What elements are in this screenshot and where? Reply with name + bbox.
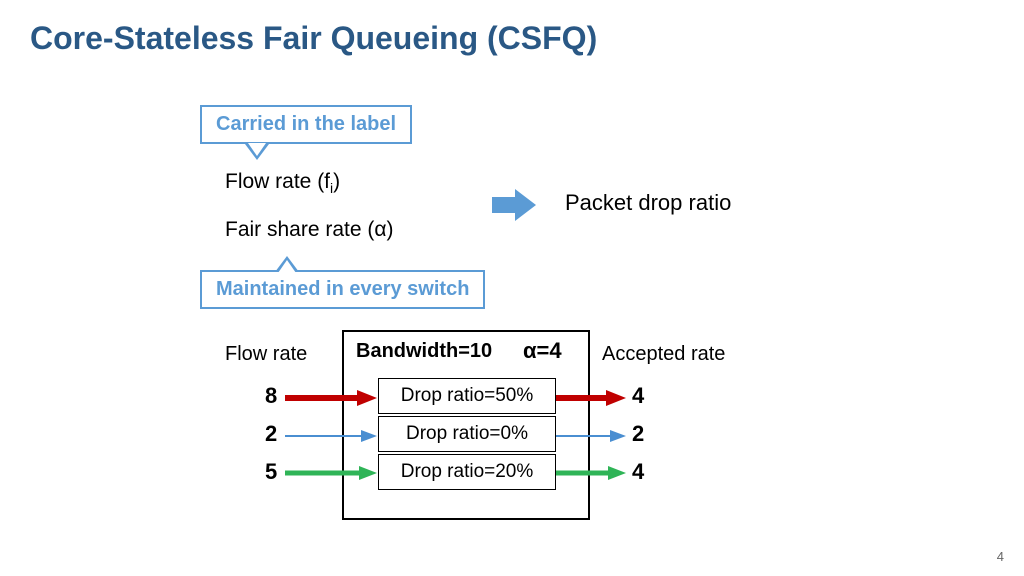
callout-tail-icon	[275, 256, 299, 272]
accepted-rate-value: 4	[632, 383, 644, 409]
text: Flow rate (f	[225, 170, 330, 193]
drop-ratio-cell: Drop ratio=0%	[378, 416, 556, 452]
text: )	[333, 170, 340, 193]
flow-rate-header: Flow rate	[225, 343, 307, 366]
arrow-out-icon	[556, 430, 626, 451]
arrow-right-icon	[490, 185, 540, 230]
drop-ratio-cell: Drop ratio=20%	[378, 454, 556, 490]
alpha-label: α=4	[523, 338, 562, 364]
fair-share-param: Fair share rate (α)	[225, 218, 394, 242]
accepted-rate-value: 2	[632, 421, 644, 447]
flow-rate-param: Flow rate (fi)	[225, 170, 340, 196]
flow-rate-value: 8	[265, 383, 277, 409]
page-number: 4	[997, 549, 1004, 564]
arrow-in-icon	[285, 466, 377, 489]
accepted-rate-value: 4	[632, 459, 644, 485]
slide-title: Core-Stateless Fair Queueing (CSFQ)	[30, 20, 597, 57]
arrow-in-icon	[285, 430, 377, 451]
flow-rate-value: 2	[265, 421, 277, 447]
packet-drop-ratio-label: Packet drop ratio	[565, 190, 731, 216]
callout-maintained-in-switch: Maintained in every switch	[200, 270, 485, 309]
bandwidth-label: Bandwidth=10	[356, 340, 492, 363]
arrow-out-icon	[556, 390, 626, 415]
arrow-out-icon	[556, 466, 626, 489]
flow-rate-value: 5	[265, 459, 277, 485]
drop-ratio-cell: Drop ratio=50%	[378, 378, 556, 414]
callout-carried-in-label: Carried in the label	[200, 105, 412, 144]
accepted-rate-header: Accepted rate	[602, 343, 725, 366]
callout-tail-icon	[245, 144, 269, 160]
arrow-in-icon	[285, 390, 377, 415]
